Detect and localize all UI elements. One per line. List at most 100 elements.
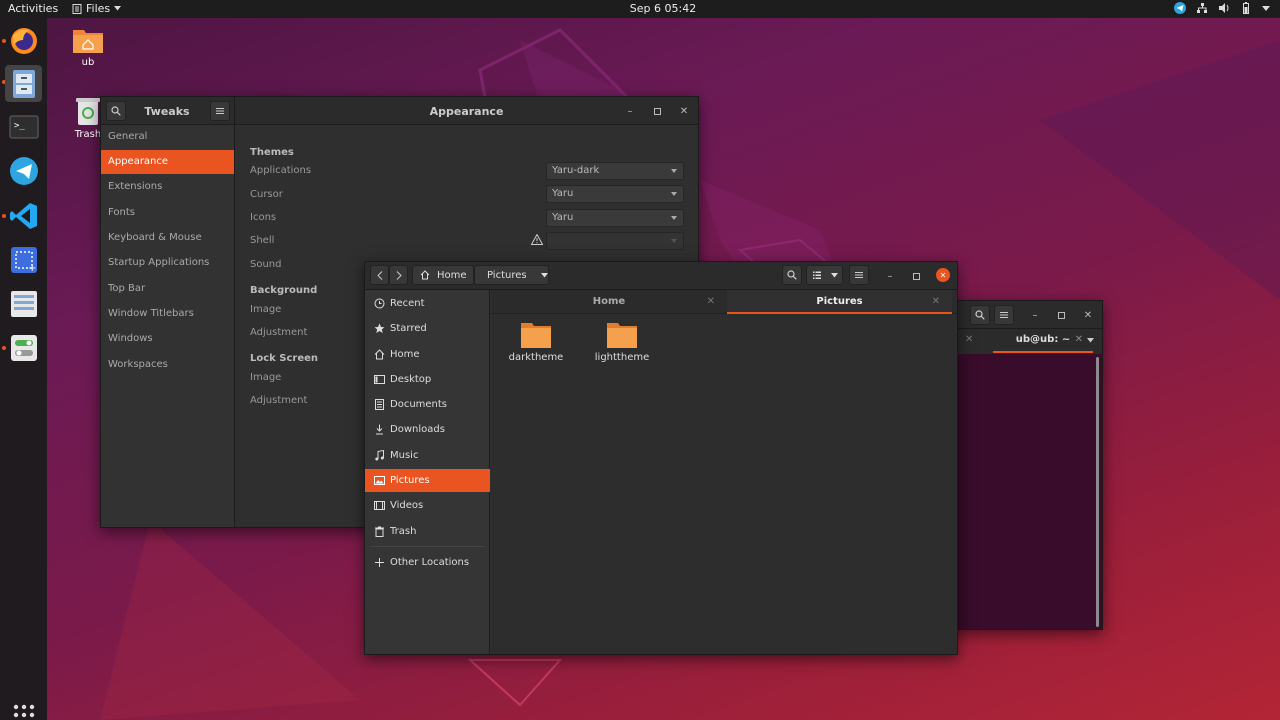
system-tray[interactable] <box>1174 2 1270 14</box>
path-home-button[interactable]: Home <box>412 265 474 285</box>
folder-label: lighttheme <box>594 352 650 363</box>
picture-icon <box>374 476 385 485</box>
hamburger-icon <box>216 108 224 114</box>
icons-label: Icons <box>250 212 277 223</box>
applications-label: Applications <box>250 165 312 176</box>
tab-pictures[interactable]: Pictures ✕ <box>727 290 952 314</box>
places-downloads[interactable]: Downloads <box>365 418 490 441</box>
folder-item[interactable]: lighttheme <box>587 321 657 363</box>
close-icon[interactable]: ✕ <box>1075 329 1083 351</box>
firefox-icon <box>10 27 37 54</box>
terminal-launcher[interactable]: >_ <box>5 108 42 145</box>
sidebar-item-workspaces[interactable]: Workspaces <box>101 353 234 377</box>
places-pictures[interactable]: Pictures <box>365 469 490 492</box>
files-menu-button[interactable] <box>849 265 869 285</box>
volume-icon[interactable] <box>1218 2 1230 14</box>
maximize-button[interactable] <box>1055 309 1067 321</box>
places-recent[interactable]: Recent <box>365 292 490 315</box>
places-desktop[interactable]: Desktop <box>365 368 490 391</box>
background-adjustment-label: Adjustment <box>250 327 308 338</box>
vscode-launcher[interactable] <box>5 197 42 234</box>
close-button[interactable]: ✕ <box>678 105 690 117</box>
terminal-scrollbar[interactable] <box>1096 357 1099 627</box>
tweaks-menu-button[interactable] <box>210 101 230 121</box>
home-folder-icon <box>73 30 103 53</box>
places-music[interactable]: Music <box>365 444 490 467</box>
activities-button[interactable]: Activities <box>8 2 58 15</box>
files-search-button[interactable] <box>782 265 802 285</box>
desktop-home-folder[interactable]: ub <box>68 26 108 68</box>
show-applications-icon[interactable] <box>13 704 35 720</box>
app-menu-label: Files <box>86 2 111 15</box>
telegram-tray-icon[interactable] <box>1174 2 1186 14</box>
path-home-label: Home <box>437 269 467 281</box>
sidebar-item-top-bar[interactable]: Top Bar <box>101 277 234 301</box>
lock-screen-adjustment-label: Adjustment <box>250 395 308 406</box>
places-starred[interactable]: Starred <box>365 317 490 340</box>
sidebar-item-fonts[interactable]: Fonts <box>101 201 234 225</box>
applications-theme-select[interactable]: Yaru-dark <box>546 162 684 180</box>
places-other-locations[interactable]: Other Locations <box>365 551 490 574</box>
close-icon[interactable]: ✕ <box>707 290 715 314</box>
top-bar: Activities Files Sep 6 05:42 <box>0 0 1280 18</box>
view-options-button[interactable] <box>806 265 843 285</box>
tweaks-search-button[interactable] <box>106 101 126 121</box>
app-menu[interactable]: Files <box>72 2 122 15</box>
places-trash[interactable]: Trash <box>365 520 490 543</box>
files-launcher[interactable] <box>5 65 42 102</box>
sidebar-item-startup-applications[interactable]: Startup Applications <box>101 251 234 275</box>
firefox-launcher[interactable] <box>5 22 42 59</box>
network-icon[interactable] <box>1196 2 1208 14</box>
maximize-button[interactable] <box>910 270 922 282</box>
chevron-down-icon[interactable] <box>1087 338 1094 343</box>
close-icon[interactable]: ✕ <box>932 290 940 314</box>
tweaks-sidebar-header: Tweaks <box>101 97 235 125</box>
terminal-search-button[interactable] <box>970 305 990 325</box>
chevron-down-icon <box>671 192 677 196</box>
clock-icon <box>374 298 385 309</box>
search-icon <box>111 106 121 116</box>
screenshot-launcher[interactable]: + <box>5 241 42 278</box>
terminal-menu-button[interactable] <box>994 305 1014 325</box>
places-home[interactable]: Home <box>365 343 490 366</box>
places-label: Trash <box>390 526 417 537</box>
path-pictures-button[interactable]: Pictures <box>474 265 549 285</box>
files-header-bar: Home Pictures – ✕ <box>365 262 957 290</box>
minimize-button[interactable]: – <box>884 270 896 282</box>
close-button[interactable]: ✕ <box>1082 309 1094 321</box>
sidebar-item-appearance[interactable]: Appearance <box>101 150 234 174</box>
sidebar-item-window-titlebars[interactable]: Window Titlebars <box>101 302 234 326</box>
places-documents[interactable]: Documents <box>365 393 490 416</box>
telegram-launcher[interactable] <box>5 152 42 189</box>
tweaks-launcher[interactable] <box>5 329 42 366</box>
sidebar-divider <box>370 546 485 547</box>
sidebar-item-general[interactable]: General <box>101 125 234 149</box>
chevron-down-icon[interactable] <box>1262 5 1270 11</box>
minimize-button[interactable]: – <box>624 105 636 117</box>
document-icon <box>375 399 384 410</box>
back-button[interactable] <box>370 265 389 285</box>
sidebar-item-keyboard-mouse[interactable]: Keyboard & Mouse <box>101 226 234 250</box>
chevron-down-icon <box>114 6 122 11</box>
files-content: Home ✕ Pictures ✕ darktheme lighttheme <box>491 290 957 654</box>
terminal-tab[interactable]: ub@ub: ~ ✕ <box>993 329 1093 353</box>
cursor-theme-select[interactable]: Yaru <box>546 185 684 203</box>
clock[interactable]: Sep 6 05:42 <box>610 2 716 15</box>
close-button[interactable]: ✕ <box>936 268 950 282</box>
battery-icon[interactable] <box>1240 2 1252 14</box>
tab-close-icon[interactable]: ✕ <box>965 334 973 345</box>
places-videos[interactable]: Videos <box>365 494 490 517</box>
tab-home[interactable]: Home ✕ <box>491 290 727 314</box>
maximize-button[interactable] <box>651 105 663 117</box>
list-view-icon <box>812 271 821 279</box>
minimize-button[interactable]: – <box>1029 309 1041 321</box>
folder-item[interactable]: darktheme <box>501 321 571 363</box>
sidebar-item-extensions[interactable]: Extensions <box>101 175 234 199</box>
icons-theme-select[interactable]: Yaru <box>546 209 684 227</box>
places-label: Downloads <box>390 424 445 435</box>
forward-button[interactable] <box>389 265 408 285</box>
plus-icon <box>375 558 384 567</box>
sidebar-item-windows[interactable]: Windows <box>101 327 234 351</box>
software-updater-launcher[interactable] <box>5 285 42 322</box>
terminal-output[interactable] <box>949 354 1102 629</box>
